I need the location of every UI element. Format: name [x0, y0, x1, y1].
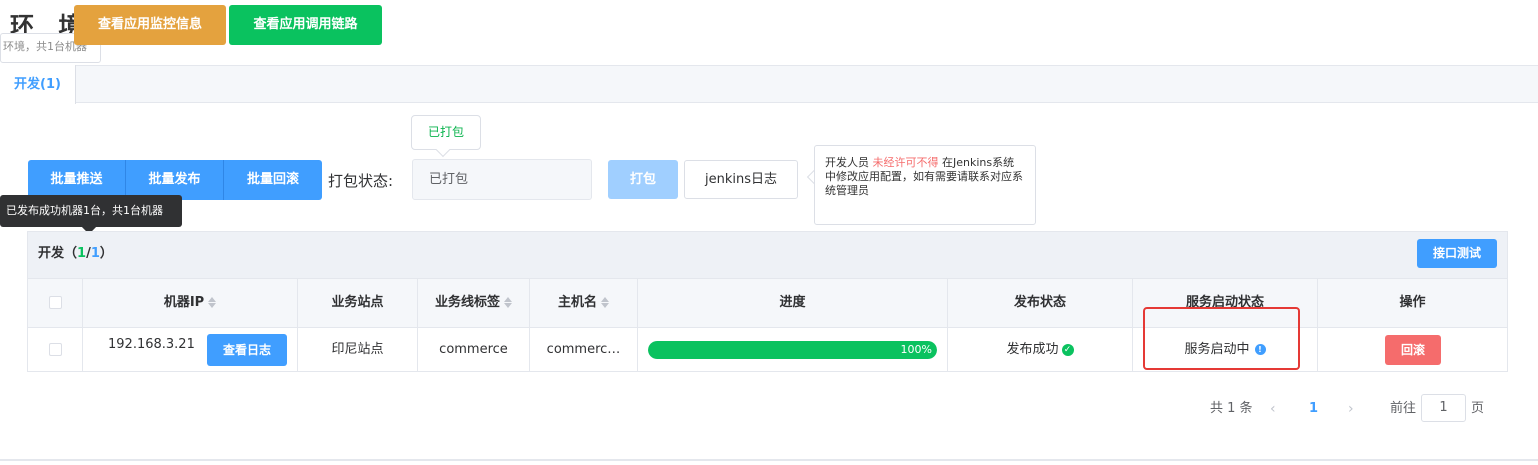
- tab-dev[interactable]: 开发(1): [0, 65, 76, 104]
- pagination-total: 共 1 条: [1210, 401, 1253, 416]
- bulk-rollback-button[interactable]: 批量回滚: [224, 160, 322, 200]
- view-trace-button[interactable]: 查看应用调用链路: [229, 5, 382, 45]
- panel-title: 开发（1/1）: [38, 242, 113, 261]
- column-header-site: 业务站点: [298, 278, 418, 328]
- prev-page-icon[interactable]: ‹: [1270, 398, 1276, 420]
- view-log-button[interactable]: 查看日志: [207, 334, 287, 366]
- bulk-push-button[interactable]: 批量推送: [28, 160, 126, 200]
- header-checkbox-cell: [28, 278, 83, 328]
- pack-status-label: 打包状态:: [328, 172, 394, 190]
- column-label: 机器IP: [163, 295, 205, 310]
- page-suffix: 页: [1471, 401, 1485, 416]
- progress-text: 100%: [900, 343, 932, 356]
- pagination-page-1[interactable]: 1: [1309, 398, 1318, 420]
- rollback-button[interactable]: 回滚: [1385, 335, 1441, 365]
- cell-hostname: commerc…: [530, 328, 638, 371]
- sort-icon[interactable]: [208, 296, 217, 309]
- cell-site: 印尼站点: [298, 328, 418, 371]
- column-header-tag[interactable]: 业务线标签: [418, 278, 530, 328]
- bottom-divider: [0, 459, 1538, 461]
- column-header-progress: 进度: [638, 278, 948, 328]
- sort-icon[interactable]: [601, 296, 609, 309]
- publish-status-text: 发布成功: [1006, 342, 1059, 357]
- next-page-icon[interactable]: ›: [1348, 398, 1354, 420]
- row-checkbox-cell: [28, 328, 83, 371]
- highlight-box: [1143, 307, 1300, 370]
- column-header-actions: 操作: [1399, 295, 1426, 310]
- pack-status-field: 已打包: [412, 159, 592, 200]
- success-count: 1: [77, 246, 87, 261]
- jenkins-tip-text: 开发人员: [825, 156, 873, 169]
- view-monitor-button[interactable]: 查看应用监控信息: [74, 5, 226, 45]
- jenkins-tip-warning: 未经许可不得: [872, 156, 939, 169]
- bulk-publish-button[interactable]: 批量发布: [126, 160, 224, 200]
- jenkins-warning-popover: 开发人员 未经许可不得 在Jenkins系统中修改应用配置，如有需要请联系对应系…: [814, 145, 1036, 225]
- cell-tag: commerce: [418, 328, 530, 371]
- goto-page-input[interactable]: 1: [1421, 394, 1466, 422]
- tabs-bar: [0, 65, 1538, 103]
- check-circle-icon: ✓: [1061, 343, 1074, 356]
- column-header-hostname[interactable]: 主机名: [530, 278, 638, 328]
- column-header-ip[interactable]: 机器IP: [83, 278, 298, 328]
- pack-button[interactable]: 打包: [608, 160, 678, 199]
- cell-publish-status: 发布成功 ✓: [948, 328, 1133, 371]
- column-header-publish-status: 发布状态: [948, 278, 1133, 328]
- sort-icon[interactable]: [504, 296, 512, 309]
- panel-title-text: 开发（: [38, 246, 78, 261]
- pack-status-popover: 已打包: [411, 115, 481, 150]
- row-checkbox[interactable]: [48, 343, 62, 356]
- page: 环 境 环境，共1台机器 查看应用监控信息 查看应用调用链路 开发(1) 批量推…: [0, 0, 1538, 465]
- column-label: 业务线标签: [434, 295, 500, 310]
- total-count: 1: [90, 246, 100, 261]
- jenkins-log-button[interactable]: jenkins日志: [684, 160, 798, 199]
- column-label: 主机名: [557, 295, 597, 310]
- goto-label: 前往: [1390, 401, 1417, 416]
- select-all-checkbox[interactable]: [48, 296, 62, 309]
- panel-title-text: ）: [99, 246, 113, 261]
- panel-header: [28, 232, 1507, 278]
- api-test-button[interactable]: 接口测试: [1417, 239, 1497, 268]
- machine-ip: 192.168.3.21: [108, 337, 195, 352]
